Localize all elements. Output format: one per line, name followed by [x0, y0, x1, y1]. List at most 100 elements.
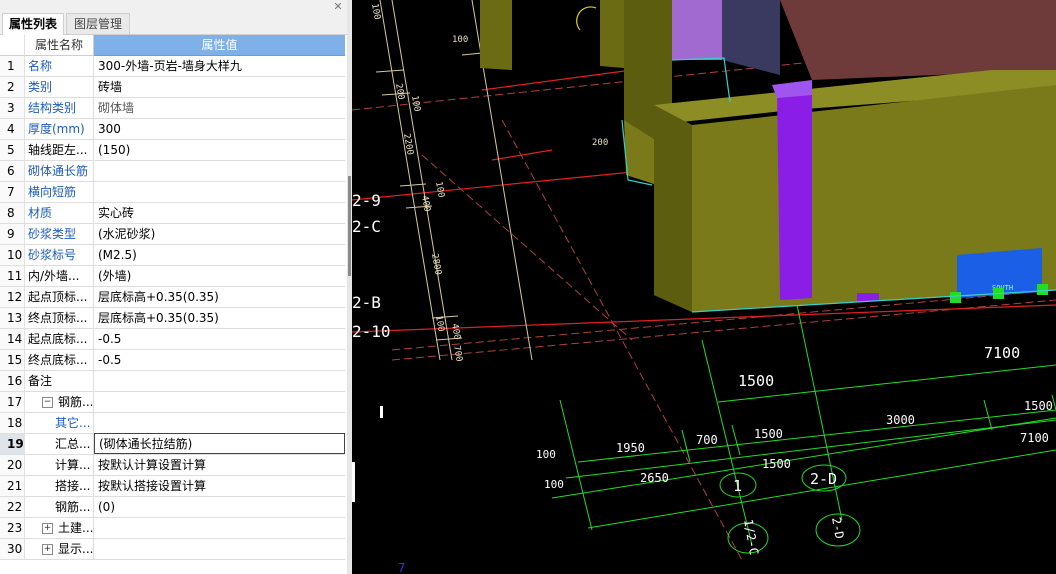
- property-row[interactable]: 4 厚度(mm) 300: [0, 119, 345, 140]
- purple-marker: [857, 293, 879, 301]
- property-name: 砂浆类型: [25, 224, 94, 244]
- property-name: 轴线距左...: [25, 140, 94, 160]
- property-value[interactable]: (M2.5): [94, 245, 345, 265]
- green-marker[interactable]: [1037, 284, 1048, 295]
- dim-text: 7100: [1020, 431, 1049, 445]
- row-number: 2: [0, 77, 25, 97]
- axis-bubble-texts: 1 2-D 1/2-C 2-D: [733, 470, 847, 556]
- property-value[interactable]: (0): [94, 497, 345, 517]
- property-row[interactable]: 19 汇总... (砌体通长拉结筋): [0, 433, 345, 455]
- property-row[interactable]: 12 起点顶标... 层底标高+0.35(0.35): [0, 287, 345, 308]
- property-row[interactable]: 10 砂浆标号 (M2.5): [0, 245, 345, 266]
- property-value[interactable]: [94, 182, 345, 202]
- row-number: 16: [0, 371, 25, 391]
- property-row[interactable]: 17− 钢筋...: [0, 392, 345, 413]
- property-row[interactable]: 20 计算... 按默认计算设置计算: [0, 455, 345, 476]
- row-number: 10: [0, 245, 25, 265]
- axis-label: 2-9: [352, 191, 381, 210]
- property-row[interactable]: 23 + 土建...: [0, 518, 345, 539]
- tab-property-list[interactable]: 属性列表: [2, 13, 64, 35]
- property-row[interactable]: 1 名称 300-外墙-页岩-墙身大样九: [0, 56, 345, 77]
- property-value[interactable]: (水泥砂浆): [94, 224, 345, 244]
- property-row[interactable]: 2 类别 砖墙: [0, 77, 345, 98]
- property-name-label: 横向短筋: [28, 185, 77, 199]
- property-row[interactable]: 15 终点底标... -0.5: [0, 350, 345, 371]
- property-name: 厚度(mm): [25, 119, 94, 139]
- wall-3d-model[interactable]: SOUTH: [480, 0, 1056, 313]
- property-name: 内/外墙...: [25, 266, 94, 286]
- property-name-label: 结构类别: [28, 101, 77, 115]
- property-name: 结构类别: [25, 98, 94, 118]
- row-number: 5: [0, 140, 25, 160]
- property-value[interactable]: -0.5: [94, 329, 345, 349]
- property-value[interactable]: [94, 539, 345, 559]
- property-row[interactable]: 14 起点底标... -0.5: [0, 329, 345, 350]
- property-row[interactable]: 7 横向短筋: [0, 182, 345, 203]
- collapse-icon[interactable]: −: [42, 397, 53, 408]
- property-value[interactable]: (外墙): [94, 266, 345, 286]
- property-value[interactable]: [94, 371, 345, 391]
- property-name: 备注: [25, 371, 94, 391]
- dim-text: 2200: [401, 133, 415, 156]
- dim-text: 100: [544, 478, 564, 491]
- axis-labels: 2-9 2-C 2-B 2-10: [352, 191, 391, 341]
- property-row[interactable]: 22 钢筋... (0): [0, 497, 345, 518]
- property-value[interactable]: 砌体墙: [94, 98, 345, 118]
- property-value[interactable]: 300-外墙-页岩-墙身大样九: [94, 56, 345, 76]
- dim-text: 100: [433, 181, 446, 199]
- property-name-label: 终点底标...: [28, 353, 88, 367]
- property-value[interactable]: [94, 161, 345, 181]
- dim-text: 100: [536, 448, 556, 461]
- drawing-canvas[interactable]: 100 200 100 2200 100 400 2800 100 400 70…: [352, 0, 1056, 574]
- row-number: 18: [0, 413, 25, 433]
- tab-layer-management[interactable]: 图层管理: [66, 13, 130, 34]
- row-number: 4: [0, 119, 25, 139]
- property-row[interactable]: 5 轴线距左... (150): [0, 140, 345, 161]
- dim-text: 2650: [640, 471, 669, 485]
- property-value[interactable]: 层底标高+0.35(0.35): [94, 308, 345, 328]
- property-row[interactable]: 9 砂浆类型 (水泥砂浆): [0, 224, 345, 245]
- dim-text: 400: [449, 323, 462, 341]
- property-name-label: 钢筋...: [55, 500, 91, 514]
- property-value[interactable]: 按默认搭接设置计算: [94, 476, 345, 496]
- property-value[interactable]: [94, 392, 345, 412]
- dim-text: 7100: [984, 344, 1020, 362]
- row-number: 23: [0, 518, 25, 538]
- property-value[interactable]: (150): [94, 140, 345, 160]
- property-value[interactable]: 层底标高+0.35(0.35): [94, 287, 345, 307]
- property-row[interactable]: 6 砌体通长筋: [0, 161, 345, 182]
- property-value[interactable]: [94, 518, 345, 538]
- axis-bubble-label: 2-D: [810, 470, 837, 488]
- property-name-label: 起点顶标...: [28, 290, 88, 304]
- property-value[interactable]: 300: [94, 119, 345, 139]
- property-value[interactable]: 按默认计算设置计算: [94, 455, 345, 475]
- dim-text: 1500: [762, 457, 791, 471]
- close-icon[interactable]: ✕: [332, 1, 344, 13]
- expand-icon[interactable]: +: [42, 523, 53, 534]
- row-number: 21: [0, 476, 25, 496]
- property-value[interactable]: 实心砖: [94, 203, 345, 223]
- property-value[interactable]: [94, 413, 345, 433]
- property-value[interactable]: -0.5: [94, 350, 345, 370]
- property-row[interactable]: 30 + 显示...: [0, 539, 345, 560]
- property-name: 起点顶标...: [25, 287, 94, 307]
- row-number: 19: [0, 434, 25, 454]
- property-name-label: 备注: [28, 374, 53, 388]
- row-number: 17: [0, 392, 25, 412]
- property-row[interactable]: 13 终点顶标... 层底标高+0.35(0.35): [0, 308, 345, 329]
- expand-icon[interactable]: +: [42, 544, 53, 555]
- property-row[interactable]: 16 备注: [0, 371, 345, 392]
- splitter-grip[interactable]: [348, 176, 351, 276]
- property-row[interactable]: 3 结构类别 砌体墙: [0, 98, 345, 119]
- property-row[interactable]: 21 搭接... 按默认搭接设置计算: [0, 476, 345, 497]
- green-marker[interactable]: [950, 292, 961, 303]
- property-name-label: 汇总...: [55, 437, 91, 451]
- property-row[interactable]: 11 内/外墙... (外墙): [0, 266, 345, 287]
- property-value[interactable]: (砌体通长拉结筋): [94, 433, 345, 454]
- header-number-cell: [0, 35, 25, 56]
- property-value[interactable]: 砖墙: [94, 77, 345, 97]
- property-row[interactable]: 18 其它...: [0, 413, 345, 434]
- row-number: 3: [0, 98, 25, 118]
- property-name: 横向短筋: [25, 182, 94, 202]
- property-row[interactable]: 8 材质 实心砖: [0, 203, 345, 224]
